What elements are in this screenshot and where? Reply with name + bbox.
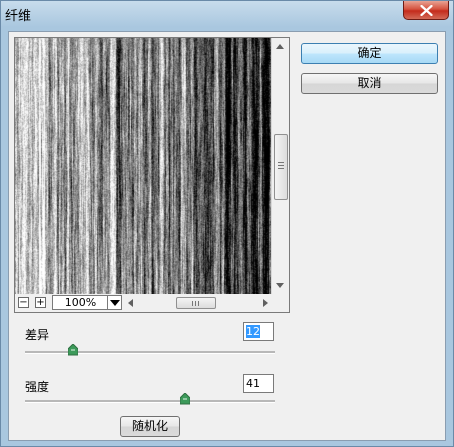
dialog-body: − + 100% 确定 取消 差异 12 强度 41 随机化 xyxy=(8,31,446,441)
zoom-dropdown-button[interactable] xyxy=(107,295,122,310)
scroll-down-icon[interactable] xyxy=(276,283,284,288)
variance-value: 12 xyxy=(246,325,260,338)
variance-input[interactable]: 12 xyxy=(243,322,274,341)
variance-slider[interactable] xyxy=(25,344,275,356)
scroll-up-icon[interactable] xyxy=(276,44,284,49)
strength-label: 强度 xyxy=(25,380,50,394)
preview-image[interactable] xyxy=(15,38,271,294)
strength-value: 41 xyxy=(246,377,260,390)
window-title: 纤维 xyxy=(5,9,32,24)
preview-toolbar: − + 100% xyxy=(15,294,289,312)
close-button[interactable] xyxy=(403,1,449,20)
chevron-down-icon xyxy=(110,300,120,306)
zoom-level-value: 100% xyxy=(64,296,97,309)
randomize-button[interactable]: 随机化 xyxy=(120,416,180,437)
ok-button[interactable]: 确定 xyxy=(301,43,438,64)
filter-dialog-window: 纤维 − + 100% 确定 取消 差异 12 强度 41 随机化 xyxy=(0,0,454,447)
close-icon xyxy=(420,5,433,16)
title-bar[interactable]: 纤维 xyxy=(1,1,453,27)
preview-vertical-scrollbar[interactable] xyxy=(271,38,289,294)
strength-input[interactable]: 41 xyxy=(243,374,274,393)
preview-panel: − + 100% xyxy=(14,37,290,313)
vertical-scroll-thumb[interactable] xyxy=(274,134,288,200)
zoom-in-button[interactable]: + xyxy=(35,297,46,308)
variance-label: 差异 xyxy=(25,328,50,342)
zoom-out-button[interactable]: − xyxy=(18,297,29,308)
horizontal-scroll-thumb[interactable] xyxy=(176,297,216,309)
scroll-right-icon[interactable] xyxy=(263,299,268,307)
cancel-button[interactable]: 取消 xyxy=(301,73,438,94)
preview-horizontal-scrollbar[interactable] xyxy=(125,294,271,312)
strength-slider[interactable] xyxy=(25,393,275,405)
scroll-left-icon[interactable] xyxy=(128,299,133,307)
